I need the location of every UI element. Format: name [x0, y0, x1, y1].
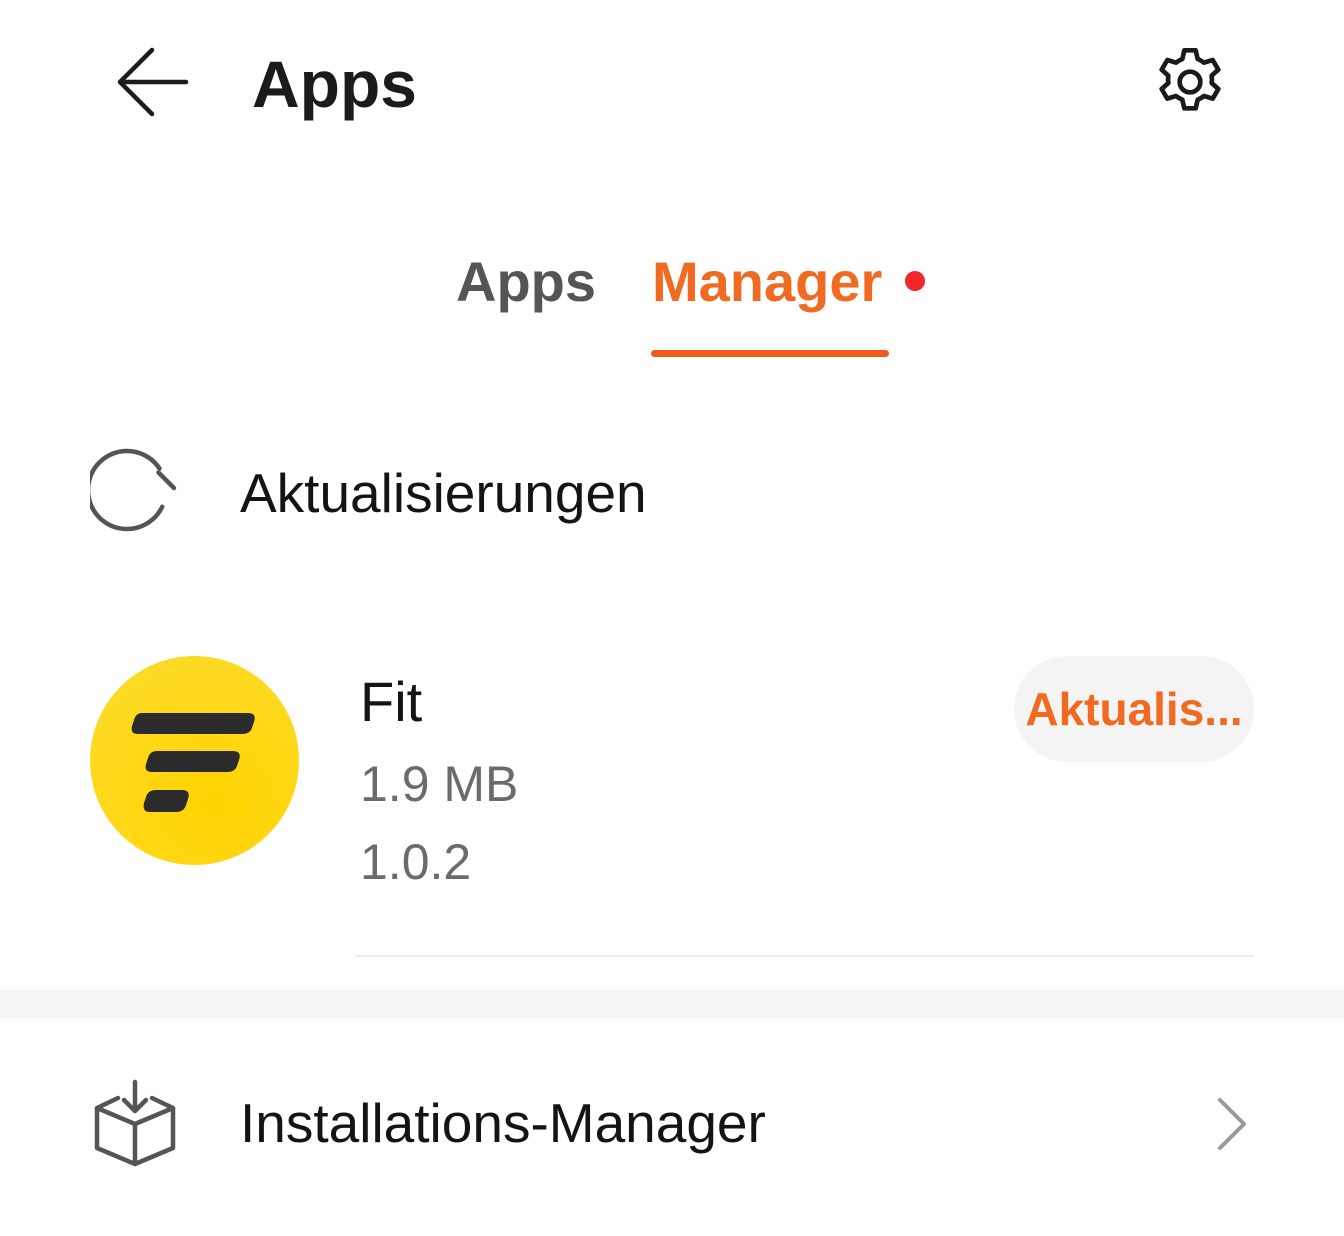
- box-download-icon: [94, 1079, 176, 1167]
- active-tab-indicator: [651, 350, 889, 357]
- app-version: 1.0.2: [360, 834, 472, 890]
- updates-label: Aktualisierungen: [240, 462, 647, 524]
- notification-dot: [905, 271, 925, 291]
- divider: [356, 955, 1254, 957]
- app-name: Fit: [360, 670, 423, 733]
- update-button-label: Aktualis...: [1025, 683, 1243, 735]
- gear-icon: [1159, 48, 1221, 111]
- app-size: 1.9 MB: [360, 756, 519, 812]
- refresh-icon: [90, 448, 177, 532]
- section-separator: [0, 990, 1344, 1018]
- arrow-left-icon: [117, 47, 189, 117]
- updates-row[interactable]: [0, 420, 1344, 570]
- tab-apps[interactable]: Apps: [456, 246, 596, 318]
- page-title: Apps: [252, 47, 417, 121]
- chevron-right-icon: [1218, 1098, 1246, 1150]
- back-button[interactable]: [104, 36, 200, 128]
- tab-manager[interactable]: Manager: [652, 246, 882, 318]
- update-button[interactable]: Aktualis...: [1014, 656, 1254, 762]
- settings-button[interactable]: [1140, 34, 1240, 130]
- installs-manager-label: Installations-Manager: [240, 1092, 766, 1154]
- fit-app-icon: [90, 656, 299, 865]
